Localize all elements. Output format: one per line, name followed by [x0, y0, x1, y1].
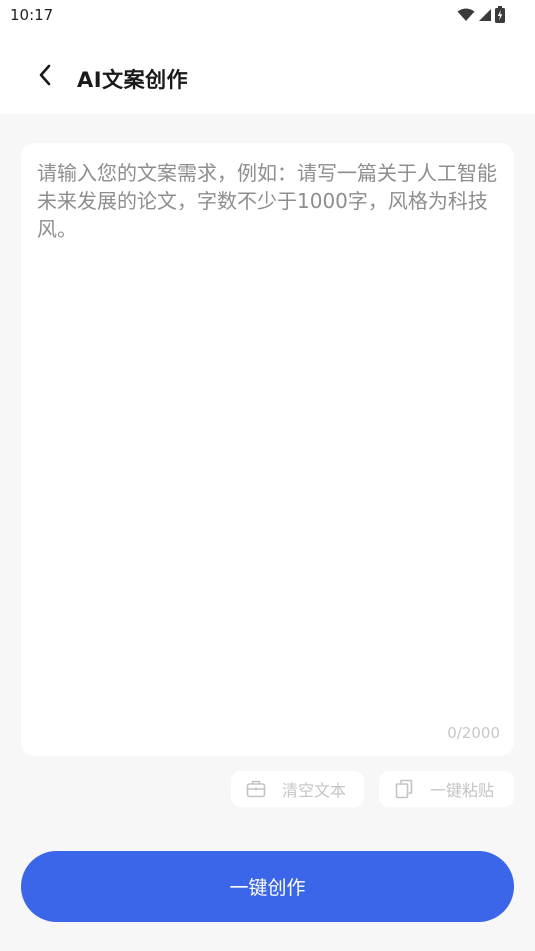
- prompt-textarea[interactable]: [37, 159, 499, 719]
- battery-charging-icon: [495, 6, 505, 27]
- status-icons: [457, 6, 505, 27]
- page-title: AI文案创作: [77, 68, 189, 92]
- wifi-icon: [457, 7, 475, 26]
- app-header: AI文案创作: [0, 32, 535, 114]
- prompt-input-card: 0/2000: [21, 143, 514, 756]
- copy-paste-icon: [394, 779, 414, 799]
- clear-text-button[interactable]: 清空文本: [231, 771, 364, 807]
- status-time: 10:17: [10, 6, 54, 24]
- status-bar: 10:17: [0, 0, 535, 32]
- character-counter: 0/2000: [447, 724, 500, 742]
- cellular-signal-icon: [478, 7, 492, 26]
- create-button[interactable]: 一键创作: [21, 851, 514, 922]
- chevron-left-icon: [38, 64, 52, 90]
- clear-text-icon: [246, 779, 266, 799]
- clear-text-label: 清空文本: [282, 781, 347, 800]
- paste-button[interactable]: 一键粘贴: [379, 771, 514, 807]
- back-button[interactable]: [30, 62, 60, 92]
- paste-label: 一键粘贴: [430, 781, 495, 800]
